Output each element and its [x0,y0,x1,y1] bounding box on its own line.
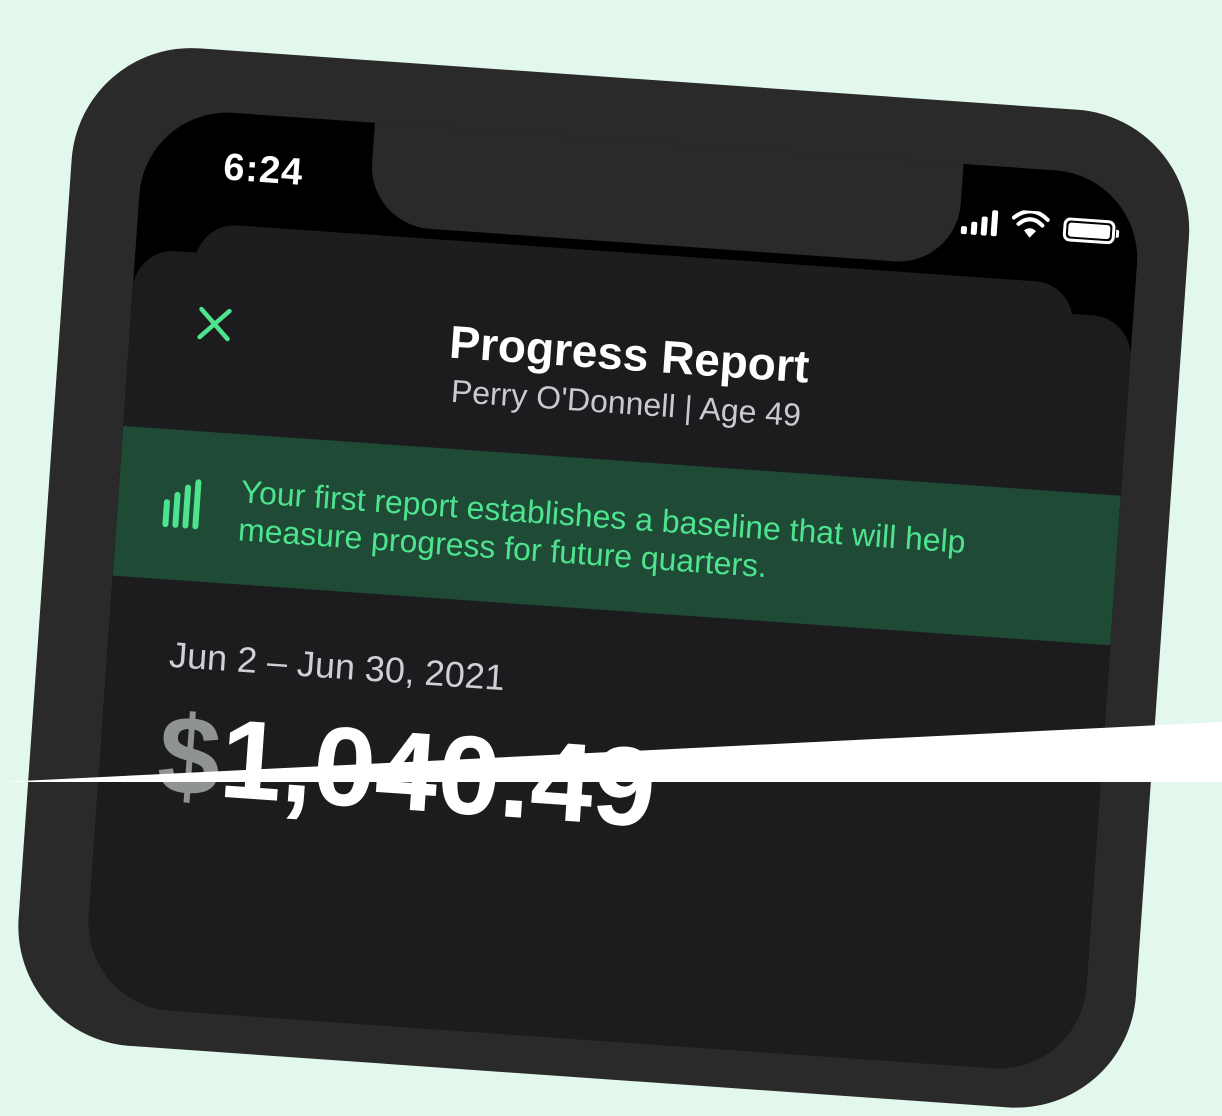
status-time: 6:24 [222,146,305,194]
wifi-icon [1011,209,1050,238]
banner-text: Your first report establishes a baseline… [237,473,967,585]
progress-report-sheet: Progress Report Perry O'Donnell | Age 49… [82,248,1134,1075]
amount-value: 1,040.49 [216,695,660,851]
phone-screen: 6:24 Progress Report Perry O'Donnell | A… [82,106,1144,1075]
battery-icon [1062,217,1116,245]
portfolio-amount: $1,040.49 [154,689,660,852]
bar-chart-icon [162,477,202,530]
amount-currency: $ [154,691,225,821]
signal-icon [960,206,999,237]
phone-frame: 6:24 Progress Report Perry O'Donnell | A… [10,40,1198,1116]
date-range: Jun 2 – Jun 30, 2021 [167,633,507,699]
status-icons [960,206,1117,245]
baseline-banner: Your first report establishes a baseline… [112,425,1121,646]
